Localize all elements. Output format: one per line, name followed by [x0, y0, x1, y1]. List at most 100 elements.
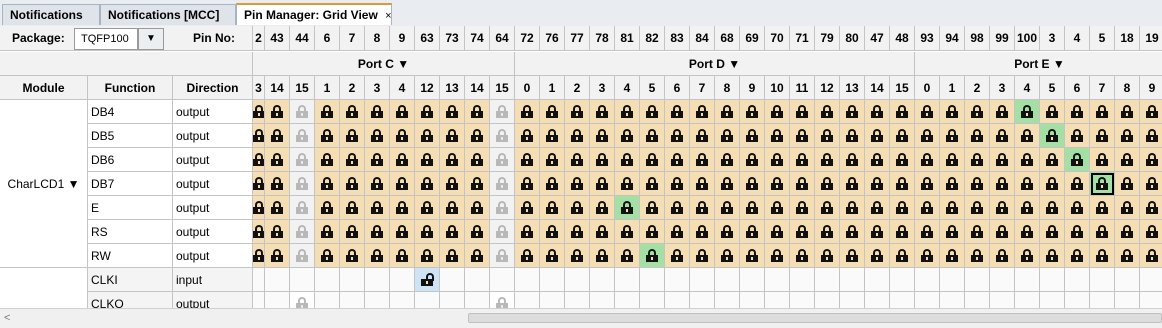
pin-cell[interactable] [1115, 148, 1140, 172]
port-header[interactable]: Port E ▼ [915, 52, 1162, 76]
pin-cell[interactable] [965, 268, 990, 292]
pin-cell[interactable] [665, 172, 690, 196]
pin-cell[interactable] [940, 292, 965, 308]
pin-cell[interactable] [790, 268, 815, 292]
pin-cell[interactable] [765, 292, 790, 308]
pin-cell[interactable] [815, 124, 840, 148]
pin-cell[interactable] [990, 100, 1015, 124]
pin-cell[interactable] [415, 292, 440, 308]
pin-cell[interactable] [765, 124, 790, 148]
pin-cell[interactable] [290, 172, 315, 196]
pin-cell[interactable] [865, 244, 890, 268]
pin-cell[interactable] [1040, 196, 1065, 220]
pin-cell[interactable] [440, 292, 465, 308]
pin-cell[interactable] [840, 244, 865, 268]
tab-pin-manager-grid-view[interactable]: Pin Manager: Grid View × [236, 3, 392, 25]
pin-cell[interactable] [390, 148, 415, 172]
pin-cell[interactable] [865, 220, 890, 244]
pin-cell[interactable] [515, 292, 540, 308]
pin-cell[interactable] [840, 268, 865, 292]
pin-cell[interactable] [253, 100, 265, 124]
pin-cell[interactable] [1015, 172, 1040, 196]
pin-cell[interactable] [615, 100, 640, 124]
pin-cell[interactable] [290, 100, 315, 124]
pin-cell[interactable] [815, 244, 840, 268]
pin-cell[interactable] [690, 220, 715, 244]
pin-cell[interactable] [965, 124, 990, 148]
pin-cell[interactable] [690, 268, 715, 292]
horizontal-scrollbar[interactable]: < [0, 308, 1162, 328]
pin-cell[interactable] [340, 268, 365, 292]
pin-cell[interactable] [1115, 124, 1140, 148]
pin-cell[interactable] [890, 292, 915, 308]
pin-cell[interactable] [690, 100, 715, 124]
pin-cell[interactable] [840, 172, 865, 196]
pin-cell[interactable] [440, 124, 465, 148]
pin-cell[interactable] [990, 244, 1015, 268]
pin-cell[interactable] [990, 124, 1015, 148]
pin-cell[interactable] [365, 220, 390, 244]
pin-cell[interactable] [490, 148, 515, 172]
pin-cell[interactable] [715, 244, 740, 268]
module-charlcd1[interactable]: CharLCD1 ▼ [0, 100, 88, 268]
package-select[interactable]: TQFP100 [74, 28, 138, 50]
pin-cell-assigned[interactable] [1015, 100, 1040, 124]
pin-cell[interactable] [815, 292, 840, 308]
pin-cell[interactable] [315, 292, 340, 308]
pin-cell[interactable] [1040, 220, 1065, 244]
pin-cell[interactable] [565, 148, 590, 172]
pin-cell[interactable] [415, 244, 440, 268]
pin-cell[interactable] [1090, 244, 1115, 268]
pin-cell[interactable] [340, 100, 365, 124]
pin-cell[interactable] [1040, 100, 1065, 124]
pin-cell[interactable] [340, 244, 365, 268]
pin-cell[interactable] [465, 220, 490, 244]
pin-cell[interactable] [1065, 172, 1090, 196]
pin-cell[interactable] [1140, 268, 1162, 292]
pin-cell[interactable] [590, 100, 615, 124]
pin-cell[interactable] [440, 196, 465, 220]
pin-cell[interactable] [740, 172, 765, 196]
pin-cell[interactable] [790, 244, 815, 268]
pin-cell[interactable] [940, 268, 965, 292]
pin-cell[interactable] [390, 244, 415, 268]
pin-cell[interactable] [315, 172, 340, 196]
pin-cell[interactable] [415, 196, 440, 220]
pin-cell[interactable] [340, 220, 365, 244]
pin-cell[interactable] [915, 220, 940, 244]
pin-cell[interactable] [440, 100, 465, 124]
pin-cell[interactable] [815, 172, 840, 196]
pin-cell[interactable] [253, 244, 265, 268]
pin-cell[interactable] [840, 292, 865, 308]
pin-cell[interactable] [840, 220, 865, 244]
pin-cell[interactable] [253, 268, 265, 292]
pin-cell[interactable] [440, 244, 465, 268]
pin-cell[interactable] [790, 292, 815, 308]
pin-cell[interactable] [890, 244, 915, 268]
pin-cell[interactable] [1140, 292, 1162, 308]
pin-cell[interactable] [1115, 100, 1140, 124]
pin-cell[interactable] [640, 196, 665, 220]
pin-cell[interactable] [340, 292, 365, 308]
pin-cell[interactable] [940, 172, 965, 196]
pin-cell[interactable] [615, 244, 640, 268]
tab-notifications[interactable]: Notifications [2, 4, 100, 25]
pin-cell[interactable] [1040, 172, 1065, 196]
pin-cell[interactable] [565, 100, 590, 124]
pin-cell[interactable] [1140, 148, 1162, 172]
pin-cell[interactable] [740, 196, 765, 220]
pin-cell[interactable] [965, 244, 990, 268]
pin-cell[interactable] [1090, 148, 1115, 172]
pin-cell[interactable] [490, 124, 515, 148]
pin-cell[interactable] [1015, 196, 1040, 220]
pin-cell-assigned[interactable] [1065, 148, 1090, 172]
pin-cell[interactable] [940, 124, 965, 148]
close-icon[interactable]: × [385, 10, 391, 22]
pin-cell[interactable] [515, 172, 540, 196]
pin-cell[interactable] [865, 268, 890, 292]
pin-cell[interactable] [615, 292, 640, 308]
pin-cell[interactable] [253, 220, 265, 244]
pin-cell[interactable] [815, 148, 840, 172]
pin-cell[interactable] [1090, 196, 1115, 220]
pin-cell[interactable] [1140, 172, 1162, 196]
